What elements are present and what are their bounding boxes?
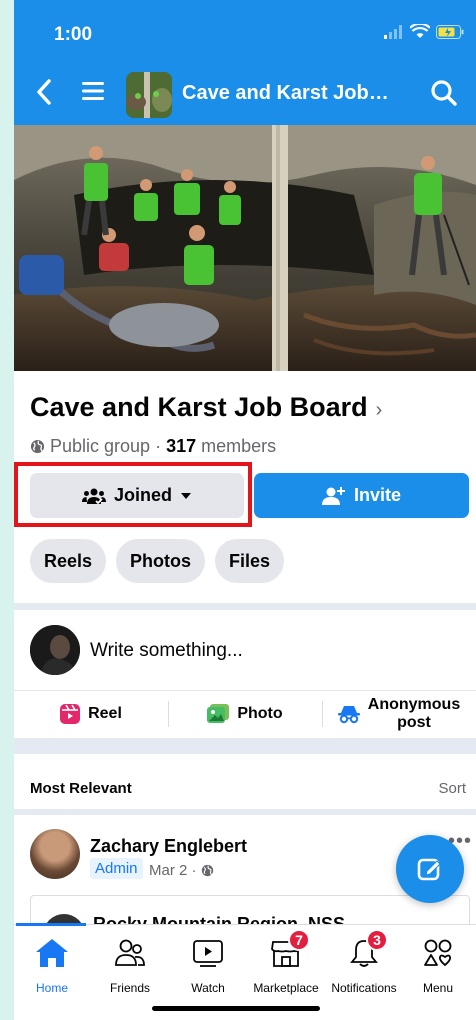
hamburger-menu-icon[interactable] [82, 80, 104, 102]
search-icon[interactable] [430, 79, 458, 107]
post-author[interactable]: Zachary Englebert [90, 836, 247, 857]
status-time: 1:00 [54, 24, 93, 45]
header-title: Cave and Karst Job… [182, 82, 389, 104]
reel-icon [60, 703, 81, 724]
tab-marketplace-label: Marketplace [253, 981, 319, 995]
signal-icon [384, 24, 402, 39]
home-icon [36, 939, 68, 967]
tab-home[interactable]: Home [14, 935, 90, 995]
menu-grid-icon [424, 939, 452, 967]
anonymous-label-line1: Anonymous [367, 695, 461, 713]
chevron-right-icon: › [375, 399, 383, 421]
tab-notifications-label: Notifications [331, 981, 397, 995]
tab-watch-label: Watch [191, 981, 225, 995]
tab-menu-label: Menu [422, 981, 454, 995]
reel-label: Reel [88, 704, 122, 722]
marketplace-badge: 7 [288, 929, 310, 951]
globe-icon [30, 439, 45, 454]
annotation-highlight-box [14, 462, 252, 527]
battery-icon [436, 24, 464, 39]
chip-photos[interactable]: Photos [116, 539, 206, 583]
edit-icon [417, 858, 441, 881]
section-divider [14, 809, 476, 815]
tab-menu[interactable]: Menu [400, 935, 476, 995]
watch-icon [193, 940, 223, 967]
post-date: Mar 2 · [149, 862, 214, 879]
section-divider [14, 603, 476, 610]
reel-button[interactable]: Reel [14, 691, 168, 736]
post-author-avatar[interactable] [30, 829, 80, 879]
tab-watch[interactable]: Watch [170, 935, 246, 995]
feed-sort-label: Most Relevant [30, 780, 132, 797]
members-label: members [201, 436, 277, 456]
privacy-label: Public group · [50, 436, 162, 456]
avatar[interactable] [30, 625, 80, 675]
back-chevron-icon[interactable] [36, 78, 52, 106]
photo-icon [207, 703, 230, 723]
chip-reels[interactable]: Reels [30, 539, 107, 583]
composer-input[interactable]: Write something... [90, 640, 243, 662]
post-date-text: Mar 2 · [149, 862, 197, 879]
tab-friends[interactable]: Friends [92, 935, 168, 995]
tab-notifications[interactable]: 3 Notifications [326, 929, 402, 995]
photo-button[interactable]: Photo [168, 691, 322, 736]
wifi-icon [410, 24, 430, 38]
phone-screen: 1:00 Cave and Karst Job… Cave and Karst … [14, 0, 476, 1020]
tab-home-label: Home [35, 981, 68, 995]
anonymous-label-line2: post [397, 713, 431, 731]
group-name: Cave and Karst Job Board [30, 392, 368, 422]
top-bar: 1:00 Cave and Karst Job… [14, 0, 476, 125]
tab-marketplace[interactable]: 7 Marketplace [248, 929, 324, 995]
anonymous-label: Anonymous post [368, 696, 460, 732]
invite-label: Invite [353, 485, 401, 505]
sort-button[interactable]: Sort [438, 780, 466, 797]
group-thumbnail[interactable] [126, 72, 172, 118]
active-tab-indicator [16, 923, 86, 926]
incognito-icon [337, 705, 360, 723]
invite-button[interactable]: Invite [254, 473, 469, 518]
cover-photo[interactable] [14, 125, 476, 371]
group-title[interactable]: Cave and Karst Job Board › [30, 392, 382, 423]
post-type-bar: Reel Photo Anonymous post [14, 690, 476, 736]
compose-post-button[interactable] [396, 835, 464, 903]
anonymous-post-button[interactable]: Anonymous post [322, 691, 476, 736]
globe-icon [201, 864, 213, 877]
home-indicator[interactable] [152, 1006, 320, 1011]
add-person-icon [321, 486, 345, 505]
notifications-badge: 3 [366, 929, 388, 951]
member-count: 317 [166, 436, 197, 456]
group-meta: Public group · 317 members [30, 436, 276, 457]
photo-label: Photo [237, 704, 283, 722]
friends-icon [115, 939, 145, 966]
section-chips: Reels Photos Files [30, 539, 285, 583]
section-divider [14, 738, 476, 754]
status-icons [384, 24, 464, 39]
nav-bar: Cave and Karst Job… [14, 70, 476, 118]
chip-files[interactable]: Files [215, 539, 285, 583]
admin-badge: Admin [90, 858, 143, 879]
tab-friends-label: Friends [109, 981, 150, 995]
